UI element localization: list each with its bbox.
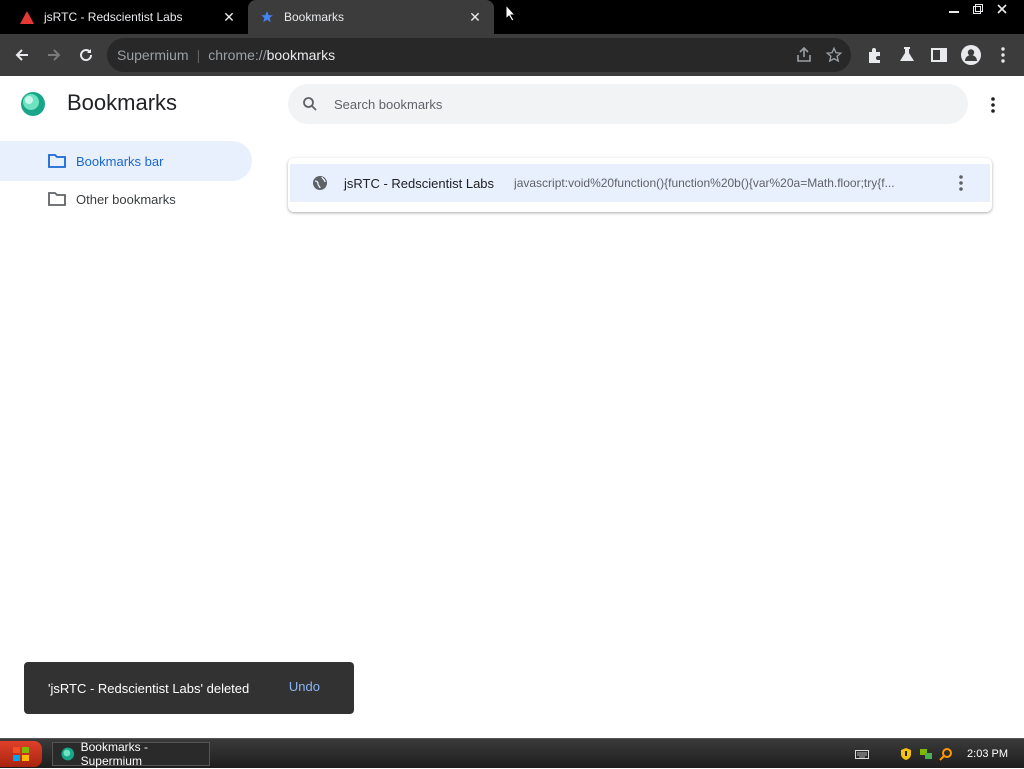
bookmarks-page: Bookmarks Search bookmarks Bookmarks bar…	[0, 76, 1024, 738]
close-icon[interactable]: ✕	[222, 10, 236, 24]
forward-button[interactable]	[43, 44, 65, 66]
browser-toolbar: Supermium | chrome://bookmarks	[0, 34, 1024, 76]
tab-jsrtc[interactable]: jsRTC - Redscientist Labs ✕	[0, 0, 248, 34]
tab-title: jsRTC - Redscientist Labs	[44, 10, 183, 24]
bookmark-star-icon[interactable]	[825, 46, 843, 64]
search-tray-icon[interactable]	[939, 747, 953, 761]
tab-bookmarks[interactable]: Bookmarks ✕	[248, 0, 494, 34]
omnibox-actions	[795, 46, 843, 64]
os-taskbar: Bookmarks - Supermium 2:03 PM	[0, 738, 1024, 768]
folder-icon	[48, 192, 66, 206]
share-icon[interactable]	[795, 46, 813, 64]
warning-triangle-icon	[20, 10, 34, 24]
reload-icon	[80, 49, 93, 62]
extensions-puzzle-icon[interactable]	[864, 44, 886, 66]
globe-icon	[313, 176, 327, 190]
tab-title: Bookmarks	[284, 10, 345, 24]
sidebar-item-label: Bookmarks bar	[76, 153, 164, 169]
omnibox-separator: |	[196, 47, 201, 63]
taskbar-item-label: Bookmarks - Supermium	[80, 740, 148, 768]
omnibox-scheme: chrome://	[208, 47, 267, 63]
deleted-toast: 'jsRTC - Redscientist Labs' deleted Undo	[24, 662, 354, 714]
folder-icon	[48, 154, 66, 168]
back-arrow-icon	[15, 49, 28, 61]
search-bookmarks-input[interactable]: Search bookmarks	[288, 84, 968, 124]
restore-button[interactable]	[966, 0, 990, 18]
address-bar[interactable]: Supermium | chrome://bookmarks	[107, 38, 851, 72]
system-tray: 2:03 PM	[855, 739, 1024, 769]
bookmark-list: jsRTC - Redscientist Labs javascript:voi…	[288, 158, 992, 212]
reload-button[interactable]	[75, 44, 97, 66]
sidebar-item-label: Other bookmarks	[76, 191, 176, 207]
tab-strip: jsRTC - Redscientist Labs ✕ Bookmarks ✕	[0, 0, 1024, 34]
star-icon	[261, 11, 273, 23]
bookmark-more-options-icon[interactable]	[958, 174, 964, 192]
security-shield-icon[interactable]	[899, 747, 913, 761]
bookmark-row[interactable]: jsRTC - Redscientist Labs javascript:voi…	[290, 164, 990, 202]
forward-arrow-icon	[48, 49, 61, 61]
browser-menu-icon[interactable]	[992, 44, 1014, 66]
mouse-cursor-icon	[505, 4, 517, 22]
supermium-logo-icon	[21, 92, 45, 116]
undo-button[interactable]: Undo	[289, 679, 320, 694]
sidebar-item-bookmarks-bar[interactable]: Bookmarks bar	[0, 141, 252, 181]
page-more-options-icon[interactable]	[990, 96, 996, 114]
page-title: Bookmarks	[67, 90, 178, 115]
bookmark-title: jsRTC - Redscientist Labs	[344, 175, 495, 191]
close-icon[interactable]: ✕	[468, 10, 482, 24]
toast-message: 'jsRTC - Redscientist Labs' deleted	[48, 680, 250, 696]
search-placeholder: Search bookmarks	[334, 96, 443, 112]
profile-avatar-icon[interactable]	[960, 44, 982, 66]
keyboard-icon[interactable]	[855, 747, 870, 761]
windows-logo-icon	[13, 747, 29, 761]
minimize-button[interactable]	[942, 0, 966, 18]
bookmark-url: javascript:void%20function(){function%20…	[514, 176, 895, 190]
omnibox-path: bookmarks	[266, 47, 336, 63]
labs-flask-icon[interactable]	[896, 44, 918, 66]
window-controls	[942, 0, 1014, 18]
start-button[interactable]	[0, 741, 42, 767]
search-icon	[303, 97, 317, 111]
sidebar-item-other-bookmarks[interactable]: Other bookmarks	[0, 179, 252, 219]
supermium-app-icon	[61, 747, 75, 761]
taskbar-clock: 2:03 PM	[967, 748, 1008, 760]
network-icon[interactable]	[919, 747, 933, 761]
omnibox-host: Supermium	[117, 47, 189, 63]
window-close-button[interactable]	[990, 0, 1014, 18]
taskbar-item-bookmarks[interactable]: Bookmarks - Supermium	[52, 740, 210, 768]
side-panel-icon[interactable]	[928, 44, 950, 66]
back-button[interactable]	[11, 44, 33, 66]
toolbar-actions	[864, 44, 1014, 66]
